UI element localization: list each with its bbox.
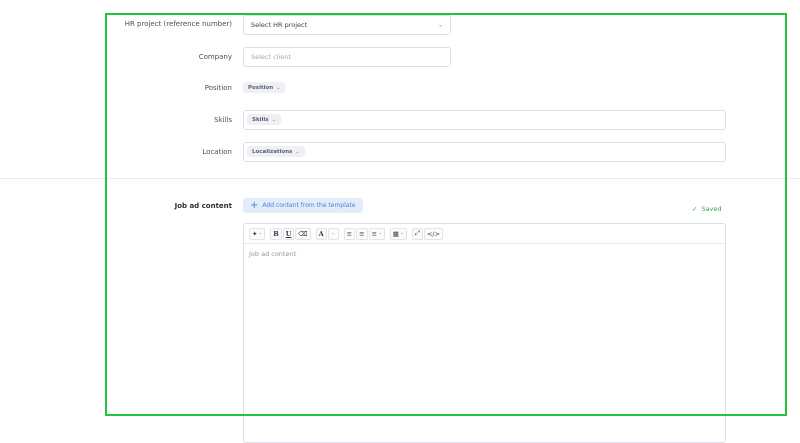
editor-toolbar: ✦ ⌄ B U ⌫ A ⌄ ≡ ≡ ≡ ⌄ ▦ ⌄ ⤢ </> bbox=[244, 224, 725, 244]
skills-chip-label: Skills bbox=[252, 116, 269, 123]
chevron-down-icon: ⌄ bbox=[437, 21, 443, 29]
bullet-list-button[interactable]: ≡ bbox=[343, 227, 356, 240]
code-view-button[interactable]: </> bbox=[423, 227, 444, 240]
font-color-dropdown[interactable]: ⌄ bbox=[327, 227, 339, 240]
hr-project-value: Select HR project bbox=[251, 21, 308, 29]
chevron-down-icon: ⌄ bbox=[276, 84, 281, 91]
company-placeholder: Select client bbox=[251, 53, 291, 61]
location-dropdown[interactable]: Localizations ⌄ bbox=[247, 146, 305, 157]
plus-icon: + bbox=[250, 199, 259, 211]
company-select[interactable]: Select client bbox=[243, 47, 451, 67]
skills-dropdown[interactable]: Skills ⌄ bbox=[247, 114, 281, 125]
fullscreen-icon: ⤢ bbox=[414, 229, 420, 237]
editor-placeholder: Job ad content bbox=[249, 250, 297, 258]
font-color-button[interactable]: A bbox=[315, 227, 327, 240]
table-icon: ▦ bbox=[392, 229, 399, 238]
numbered-list-icon: ≡ bbox=[359, 229, 365, 238]
eraser-icon: ⌫ bbox=[298, 229, 308, 238]
eraser-button[interactable]: ⌫ bbox=[295, 227, 311, 240]
job-ad-content-label: Job ad content bbox=[174, 202, 232, 210]
saved-status-label: Saved bbox=[701, 205, 722, 213]
add-template-content-button[interactable]: + Add content from the template bbox=[243, 198, 363, 213]
align-icon: ≡ bbox=[371, 229, 378, 238]
numbered-list-button[interactable]: ≡ bbox=[356, 227, 368, 240]
position-label: Position bbox=[204, 84, 232, 92]
chevron-down-icon: ⌄ bbox=[399, 231, 404, 236]
add-template-content-label: Add content from the template bbox=[262, 202, 356, 209]
bold-button[interactable]: B bbox=[270, 227, 282, 240]
position-chip-label: Position bbox=[248, 84, 274, 91]
bullet-list-icon: ≡ bbox=[346, 229, 353, 238]
align-dropdown[interactable]: ≡ ⌄ bbox=[368, 227, 385, 240]
hr-project-label: HR project (reference number) bbox=[124, 20, 232, 28]
chevron-down-icon: ⌄ bbox=[331, 231, 336, 236]
check-icon: ✓ bbox=[692, 205, 698, 213]
location-label: Location bbox=[202, 148, 232, 156]
chevron-down-icon: ⌄ bbox=[258, 231, 263, 236]
magic-wand-dropdown[interactable]: ✦ ⌄ bbox=[249, 227, 266, 240]
underline-button[interactable]: U bbox=[282, 227, 295, 240]
saved-status: ✓ Saved bbox=[692, 205, 722, 213]
chevron-down-icon: ⌄ bbox=[271, 116, 276, 123]
skills-field[interactable] bbox=[243, 110, 726, 130]
skills-label: Skills bbox=[214, 116, 232, 124]
table-dropdown[interactable]: ▦ ⌄ bbox=[389, 227, 407, 240]
chevron-down-icon: ⌄ bbox=[378, 231, 382, 236]
editor-content[interactable]: Job ad content bbox=[244, 244, 725, 264]
position-dropdown[interactable]: Position ⌄ bbox=[243, 82, 286, 93]
job-ad-editor[interactable]: ✦ ⌄ B U ⌫ A ⌄ ≡ ≡ ≡ ⌄ ▦ ⌄ ⤢ </> Job ad c… bbox=[243, 223, 726, 443]
hr-project-select[interactable]: Select HR project ⌄ bbox=[243, 15, 451, 35]
location-chip-label: Localizations bbox=[252, 148, 293, 155]
location-field[interactable] bbox=[243, 142, 726, 162]
chevron-down-icon: ⌄ bbox=[295, 148, 300, 155]
magic-wand-icon: ✦ bbox=[252, 229, 258, 238]
section-divider bbox=[0, 178, 800, 179]
fullscreen-button[interactable]: ⤢ bbox=[411, 227, 423, 240]
company-label: Company bbox=[198, 53, 232, 61]
